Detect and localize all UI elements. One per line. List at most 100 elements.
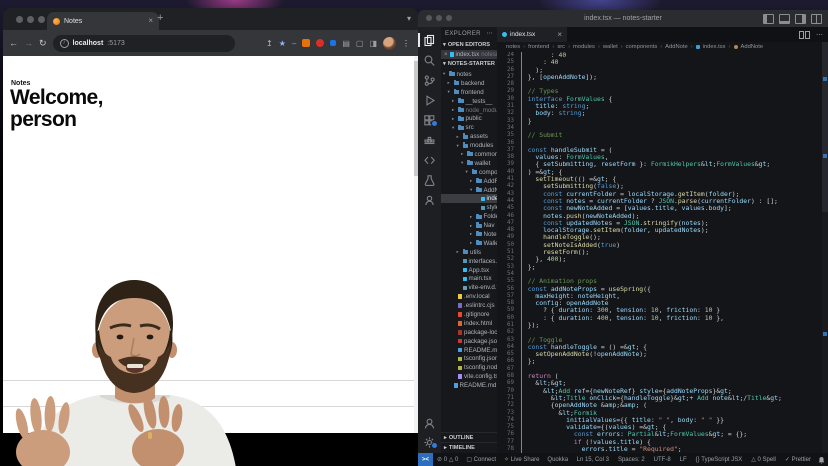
- toggle-secondary-sidebar-icon[interactable]: [795, 14, 806, 24]
- tree-folder-__tests__[interactable]: ▸__tests__: [441, 97, 497, 106]
- tree-folder-wallet[interactable]: ▾wallet: [441, 159, 497, 168]
- status-connect[interactable]: ▢ Connect: [462, 456, 500, 463]
- split-editor-icon[interactable]: [799, 31, 810, 39]
- editor-more-icon[interactable]: ⋯: [816, 31, 823, 39]
- close-icon[interactable]: ×: [444, 52, 448, 58]
- activity-explorer-icon[interactable]: [418, 32, 441, 48]
- activity-docker-icon[interactable]: [418, 132, 441, 148]
- activity-remote-explorer-icon[interactable]: [418, 152, 441, 168]
- tree-folder-Note[interactable]: ▸Note: [441, 230, 497, 239]
- activity-search-icon[interactable]: [418, 52, 441, 68]
- profile-avatar[interactable]: [383, 37, 396, 50]
- tree-folder-AddNote[interactable]: ▾AddNote: [441, 186, 497, 195]
- tree-folder-backend[interactable]: ▸backend: [441, 79, 497, 88]
- code-line[interactable]: : { duration: 400, tension: 10, friction…: [520, 315, 822, 322]
- tree-file-index.html[interactable]: index.html: [441, 319, 497, 328]
- window-close-button[interactable]: [426, 15, 432, 21]
- tree-folder-public[interactable]: ▸public: [441, 114, 497, 123]
- tree-file-package.json[interactable]: package.json: [441, 337, 497, 346]
- status-quokka[interactable]: Quokka: [543, 457, 572, 463]
- breadcrumb-item[interactable]: wallet: [603, 44, 618, 50]
- window-close-button[interactable]: [16, 16, 23, 23]
- activity-settings-icon[interactable]: [418, 434, 441, 450]
- status-indentation[interactable]: Spaces: 2: [613, 457, 649, 463]
- tree-file-vite.config.ts[interactable]: vite.config.ts: [441, 372, 497, 381]
- tab-search-icon[interactable]: ▾: [407, 14, 411, 23]
- extension-blue-icon[interactable]: [330, 40, 336, 46]
- breadcrumb-item[interactable]: index.tsx: [703, 44, 726, 50]
- breadcrumb-item[interactable]: frontend: [528, 44, 549, 50]
- tree-folder-common[interactable]: ▸common: [441, 150, 497, 159]
- status-spell-checker[interactable]: △ 0 Spell: [747, 456, 781, 463]
- tree-file-README.md[interactable]: README.md: [441, 346, 497, 355]
- code-line[interactable]: { setSubmitting, resetForm }: FormikHelp…: [520, 161, 822, 168]
- tree-folder-AddFolder[interactable]: ▸AddFolder: [441, 177, 497, 186]
- code-line[interactable]: [520, 329, 822, 336]
- window-zoom-button[interactable]: [446, 15, 452, 21]
- extension-orange-icon[interactable]: [302, 39, 310, 47]
- code-line[interactable]: };: [520, 264, 822, 271]
- overview-ruler[interactable]: [822, 42, 828, 453]
- tree-file-interfaces...[interactable]: interfaces...: [441, 257, 497, 266]
- code-line[interactable]: setOpenAddNote(!openAddNote);: [520, 351, 822, 358]
- editor-tab[interactable]: index.tsx ×: [497, 27, 567, 42]
- code-line[interactable]: }: [520, 118, 822, 125]
- breadcrumb-item[interactable]: AddNote: [665, 44, 688, 50]
- activity-source-control-icon[interactable]: [418, 72, 441, 88]
- address-bar[interactable]: i localhost :5173: [53, 35, 235, 52]
- tree-folder-modules[interactable]: ▾modules: [441, 141, 497, 150]
- breadcrumb-item[interactable]: notes: [506, 44, 520, 50]
- tree-file-styles.ts[interactable]: styles.ts: [441, 203, 497, 212]
- code-line[interactable]: }, [openAddNote]);: [520, 74, 822, 81]
- tree-folder-frontend[interactable]: ▾frontend: [441, 88, 497, 97]
- customize-layout-icon[interactable]: [811, 14, 822, 24]
- status-problems[interactable]: ⊘ 0 △ 0: [433, 456, 462, 463]
- code-content[interactable]: : 40 : 40 ); }, [openAddNote]); // Types…: [520, 52, 822, 453]
- tree-file-README.md[interactable]: README.md: [441, 381, 497, 390]
- window-minimize-button[interactable]: [436, 15, 442, 21]
- status-prettier[interactable]: ✓ Prettier: [780, 456, 815, 463]
- browser-tab[interactable]: Notes ×: [47, 12, 159, 30]
- code-line[interactable]: }, 400);: [520, 256, 822, 263]
- new-tab-button[interactable]: +: [157, 13, 163, 24]
- code-line[interactable]: body: string;: [520, 110, 822, 117]
- breadcrumb-item[interactable]: AddNote: [741, 44, 764, 50]
- extension-stack-icon[interactable]: ▤: [342, 39, 350, 48]
- status-language-mode[interactable]: {} TypeScript JSX: [691, 457, 747, 463]
- open-editor-item[interactable]: × index.tsx notes/fro…: [441, 50, 497, 59]
- tree-file-vite-env.d.ts[interactable]: vite-env.d.ts: [441, 283, 497, 292]
- tree-file-.gitignore[interactable]: .gitignore: [441, 310, 497, 319]
- project-section[interactable]: ▾ NOTES-STARTER: [441, 59, 497, 69]
- status-cursor-position[interactable]: Ln 15, Col 3: [572, 457, 613, 463]
- tree-folder-Wallet[interactable]: ▸Wallet: [441, 239, 497, 248]
- code-line[interactable]: };: [520, 358, 822, 365]
- status-encoding[interactable]: UTF-8: [649, 457, 675, 463]
- code-line[interactable]: : 40: [520, 52, 822, 59]
- tree-file-tsconfig.node...[interactable]: tsconfig.node...: [441, 363, 497, 372]
- scrollbar-thumb[interactable]: [822, 42, 828, 212]
- tree-file-index.tsx[interactable]: index.tsx: [441, 194, 497, 203]
- tab-close-icon[interactable]: ×: [557, 31, 562, 39]
- code-line[interactable]: [520, 125, 822, 132]
- breadcrumb-item[interactable]: modules: [573, 44, 595, 50]
- status-remote-indicator[interactable]: ><: [418, 453, 433, 466]
- tree-folder-assets[interactable]: ▸assets: [441, 132, 497, 141]
- tree-file-.eslintrc.cjs[interactable]: .eslintrc.cjs: [441, 301, 497, 310]
- extension-dash-icon[interactable]: –: [292, 39, 296, 48]
- activity-extensions-icon[interactable]: [418, 112, 441, 128]
- tree-folder-Folder[interactable]: ▸Folder: [441, 212, 497, 221]
- share-icon[interactable]: ↥: [266, 39, 273, 48]
- activity-testing-icon[interactable]: [418, 172, 441, 188]
- tree-file-package-lock...[interactable]: package-lock...: [441, 328, 497, 337]
- forward-button[interactable]: →: [24, 39, 33, 48]
- site-info-icon[interactable]: i: [60, 39, 69, 48]
- breadcrumb-item[interactable]: src: [557, 44, 565, 50]
- tree-file-.env.local[interactable]: .env.local: [441, 292, 497, 301]
- code-line[interactable]: errors.title = "Required";: [520, 446, 822, 453]
- tree-folder-compone...[interactable]: ▾compone...: [441, 168, 497, 177]
- window-minimize-button[interactable]: [27, 16, 34, 23]
- tree-file-tsconfig.json[interactable]: tsconfig.json: [441, 355, 497, 364]
- tree-folder-src[interactable]: ▾src: [441, 123, 497, 132]
- explorer-more-icon[interactable]: ⋯: [487, 30, 493, 37]
- tree-folder-utils[interactable]: ▸utils: [441, 248, 497, 257]
